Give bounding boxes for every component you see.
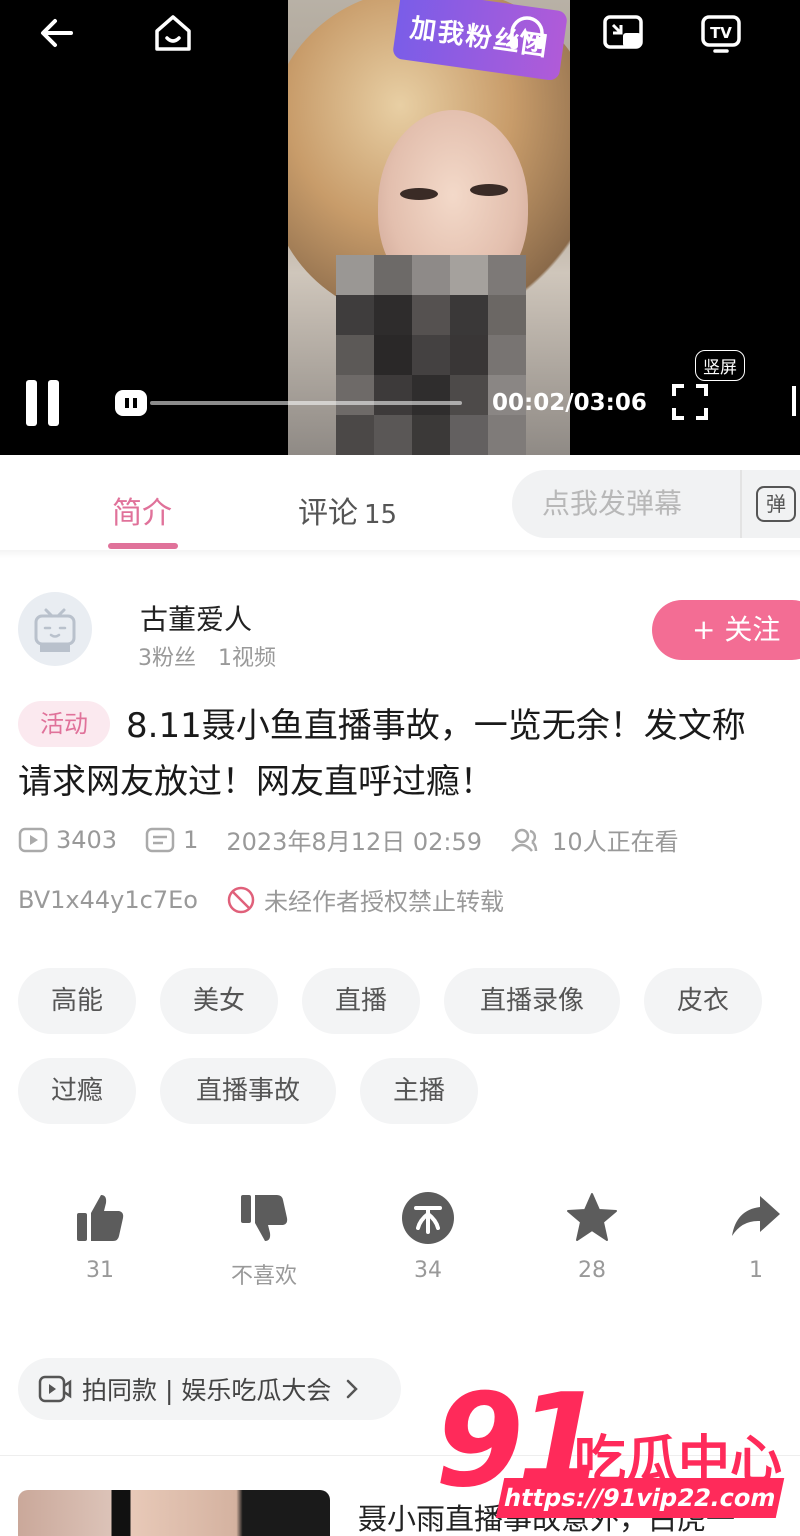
star-icon <box>567 1193 617 1241</box>
video-eye <box>470 184 508 196</box>
video-camera-icon <box>38 1375 72 1403</box>
vertical-screen-label[interactable]: 竖屏 <box>695 350 745 381</box>
tab-intro[interactable]: 简介 <box>112 488 172 532</box>
coin-count: 34 <box>414 1258 442 1283</box>
danmaku-toggle-icon: 弹 <box>756 486 796 522</box>
favorite-count: 28 <box>578 1258 606 1283</box>
tab-comments[interactable]: 评论 15 <box>298 488 397 532</box>
more-edge-icon <box>792 386 800 416</box>
progress-bar[interactable] <box>150 401 462 405</box>
coin-button[interactable]: 34 <box>368 1188 488 1283</box>
tv-mascot-icon <box>34 608 76 652</box>
watching-count: 10人正在看 <box>510 822 679 857</box>
tag-chip[interactable]: 美女 <box>160 968 278 1034</box>
video-meta: 3403 1 2023年8月12日 02:59 10人正在看 <box>18 822 707 857</box>
tag-chip[interactable]: 过瘾 <box>18 1058 136 1124</box>
divider <box>0 550 800 558</box>
same-style-label: 拍同款 | 娱乐吃瓜大会 <box>82 1376 332 1405</box>
play-count: 3403 <box>18 826 117 854</box>
tv-cast-icon[interactable]: TV <box>696 8 746 58</box>
uploader-stats: 3粉丝 1视频 <box>138 646 276 671</box>
follow-button[interactable]: + 关注 <box>652 600 800 660</box>
bvid[interactable]: BV1x44y1c7Eo <box>18 886 198 914</box>
no-repost-notice: 未经作者授权禁止转载 <box>263 888 504 916</box>
playback-time: 00:02/03:06 <box>492 390 647 416</box>
video-title: 8.11聂小鱼直播事故，一览无余！发文称请求网友放过！网友直呼过瘾！ <box>18 706 746 802</box>
tag-chip[interactable]: 高能 <box>18 968 136 1034</box>
tab-indicator <box>108 543 178 549</box>
pause-button[interactable] <box>26 380 66 426</box>
like-button[interactable]: 31 <box>40 1188 160 1283</box>
share-count: 1 <box>749 1258 763 1283</box>
danmaku-toggle-button[interactable]: 弹 <box>740 470 800 538</box>
share-arrow-icon <box>732 1196 780 1236</box>
danmaku-count: 1 <box>145 826 198 854</box>
play-icon <box>18 827 48 852</box>
watermark-url: https://91vip22.com <box>495 1478 785 1518</box>
fullscreen-icon[interactable] <box>670 382 710 422</box>
video-meta-2: BV1x44y1c7Eo 未经作者授权禁止转载 <box>18 882 504 917</box>
play-count-value: 3403 <box>56 825 118 854</box>
shoot-same-style-button[interactable]: 拍同款 | 娱乐吃瓜大会 <box>18 1358 402 1420</box>
back-icon[interactable] <box>32 8 82 58</box>
favorite-button[interactable]: 28 <box>532 1188 652 1283</box>
tag-chip[interactable]: 皮衣 <box>644 968 762 1034</box>
thumbs-up-icon <box>77 1195 124 1241</box>
share-button[interactable]: 1 <box>696 1188 800 1283</box>
svg-text:TV: TV <box>710 24 732 42</box>
home-icon[interactable] <box>148 8 198 58</box>
tab-comments-label: 评论 <box>298 496 358 531</box>
dislike-label: 不喜欢 <box>230 1264 297 1289</box>
recommend-thumbnail[interactable] <box>18 1490 330 1536</box>
avatar[interactable] <box>18 592 92 666</box>
danmaku-switch[interactable] <box>115 390 147 416</box>
tag-chip[interactable]: 主播 <box>360 1058 478 1124</box>
video-player[interactable]: 加我粉丝团 TV 00:02/03:06 竖屏 <box>0 0 800 455</box>
dislike-button[interactable]: 不喜欢 <box>204 1188 324 1290</box>
danmaku-icon <box>145 827 175 852</box>
uploader-name[interactable]: 古董爱人 <box>140 598 252 638</box>
coin-icon <box>402 1192 454 1244</box>
video-frame: 加我粉丝团 <box>288 0 570 455</box>
comments-count: 15 <box>364 500 398 530</box>
tag-chip[interactable]: 直播录像 <box>444 968 620 1034</box>
mosaic-blur <box>336 255 526 455</box>
thumbs-down-icon <box>241 1195 288 1241</box>
like-count: 31 <box>86 1258 114 1283</box>
video-eye <box>400 188 438 200</box>
prohibited-icon <box>227 886 255 913</box>
people-icon <box>511 828 538 852</box>
chevron-right-icon <box>347 1379 359 1399</box>
danmaku-count-value: 1 <box>183 825 199 854</box>
watching-count-value: 10人正在看 <box>552 828 679 856</box>
publish-date: 2023年8月12日 02:59 <box>226 828 483 856</box>
headphone-icon[interactable] <box>502 8 552 58</box>
tag-chip[interactable]: 直播 <box>302 968 420 1034</box>
picture-in-picture-icon[interactable] <box>598 8 648 58</box>
tag-chip[interactable]: 直播事故 <box>160 1058 336 1124</box>
